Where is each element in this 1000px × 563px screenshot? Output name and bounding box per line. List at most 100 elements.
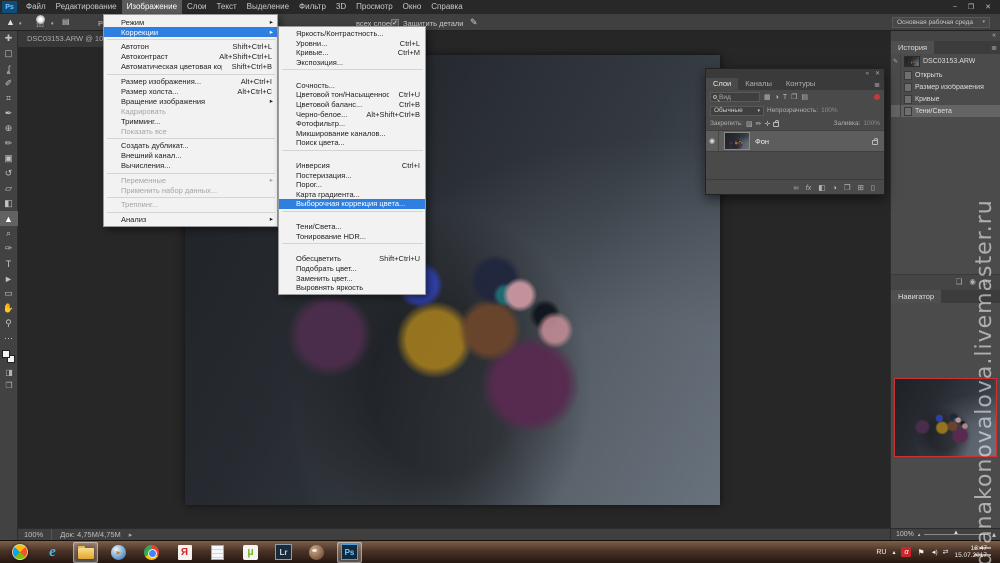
layer-filter-select[interactable]: Вид	[710, 92, 760, 102]
foreground-color-swatch[interactable]	[2, 350, 10, 358]
panel-menu-icon[interactable]	[991, 44, 997, 52]
history-step[interactable]: Кривые	[891, 93, 1000, 105]
taskbar-explorer[interactable]	[73, 542, 98, 563]
pen-tool[interactable]: ✑	[0, 241, 18, 256]
lasso-tool[interactable]: ʆ	[0, 61, 18, 76]
menu-item[interactable]: Постеризация...	[279, 170, 425, 180]
network-icon[interactable]	[943, 548, 949, 556]
status-zoom-value[interactable]: 100%	[18, 529, 52, 540]
brush-preset-picker[interactable]: 102	[32, 15, 48, 29]
filter-toggle-icon[interactable]	[874, 94, 880, 100]
history-brush-well[interactable]	[891, 105, 901, 117]
brush-picker-caret-icon[interactable]: ▾	[51, 21, 54, 27]
menu-item[interactable]: Инверсия Ctrl+I	[279, 161, 425, 171]
history-brush-source-icon[interactable]: ✎	[891, 54, 901, 69]
menu-item[interactable]: Подобрать цвет...	[279, 264, 425, 274]
tab-layers[interactable]: Слои	[706, 78, 738, 90]
layer-visibility-eye-icon[interactable]	[706, 131, 719, 151]
delete-layer-icon[interactable]	[871, 183, 875, 192]
healing-brush-tool[interactable]: ⊕	[0, 121, 18, 136]
menu-item[interactable]: Вычисления...	[104, 161, 277, 171]
menu-item[interactable]: Карта градиента...	[279, 190, 425, 200]
menu-item[interactable]	[282, 243, 423, 253]
menubar-item[interactable]: Слои	[182, 0, 211, 14]
menu-item[interactable]: Цветовой баланс... Ctrl+B	[279, 100, 425, 110]
delete-state-icon[interactable]	[983, 277, 987, 286]
blend-mode-select[interactable]: Обычные ▾	[710, 106, 764, 116]
tool-preset-caret-icon[interactable]: ▾	[19, 21, 22, 27]
zoom-out-icon[interactable]	[918, 531, 921, 538]
menu-item[interactable]: Коррекции	[104, 27, 277, 37]
menu-item[interactable]: Тримминг...	[104, 116, 277, 126]
action-center-flag-icon[interactable]	[917, 548, 924, 557]
menu-item[interactable]: Выровнять яркость	[279, 283, 425, 293]
taskbar-yandex-browser[interactable]: Я	[172, 542, 197, 563]
history-brush-tool[interactable]: ↺	[0, 166, 18, 181]
menubar-item[interactable]: Текст	[211, 0, 241, 14]
menubar-item[interactable]: Окно	[398, 0, 427, 14]
restore-icon[interactable]	[968, 3, 974, 11]
history-brush-well[interactable]	[891, 69, 901, 81]
opacity-value[interactable]: 100%	[821, 107, 838, 114]
menu-item[interactable]: Обесцветить Shift+Ctrl+U	[279, 254, 425, 264]
lock-transparency-icon[interactable]	[746, 120, 753, 128]
layer-row-background[interactable]: Фон	[706, 130, 884, 152]
menubar-item[interactable]: Фильтр	[294, 0, 331, 14]
add-layer-mask-icon[interactable]	[818, 183, 825, 192]
menu-item[interactable]: Кадрировать	[104, 106, 277, 116]
quick-selection-tool[interactable]: ✐	[0, 76, 18, 91]
new-snapshot-icon[interactable]	[969, 277, 976, 286]
menu-item[interactable]: Автоматическая цветовая коррекция Shift+…	[104, 62, 277, 72]
path-selection-tool[interactable]: ►	[0, 271, 18, 286]
lock-all-icon[interactable]	[773, 122, 779, 127]
history-snapshot-row[interactable]: ✎ DSC03153.ARW	[891, 54, 1000, 69]
menu-item[interactable]: Размер изображения... Alt+Ctrl+I	[104, 76, 277, 86]
menu-item[interactable]: Анализ	[104, 214, 277, 224]
filter-smart-objects-icon[interactable]: ▤	[801, 93, 808, 101]
status-options-arrow-icon[interactable]	[129, 530, 133, 539]
menu-item[interactable]: Фотофильтр...	[279, 119, 425, 129]
menu-item[interactable]: Применить набор данных...	[104, 185, 277, 195]
history-step[interactable]: Тени/Света	[891, 105, 1000, 117]
menubar-item[interactable]: Файл	[21, 0, 51, 14]
menu-item[interactable]	[282, 150, 423, 160]
menu-item[interactable]: Тонирование HDR...	[279, 231, 425, 241]
close-icon[interactable]	[985, 3, 991, 11]
taskbar-internet-explorer[interactable]: e	[40, 542, 65, 563]
history-step[interactable]: Открыть	[891, 69, 1000, 81]
menu-item[interactable]: Уровни... Ctrl+L	[279, 39, 425, 49]
menu-item[interactable]: Автоконтраст Alt+Shift+Ctrl+L	[104, 52, 277, 62]
marquee-tool[interactable]: ▢	[0, 46, 18, 61]
menu-item[interactable]: Черно-белое... Alt+Shift+Ctrl+B	[279, 109, 425, 119]
menu-item[interactable]	[282, 69, 423, 79]
close-panel-icon[interactable]: ✕	[875, 70, 880, 77]
zoom-in-icon[interactable]	[992, 530, 996, 539]
menu-item[interactable]: Размер холста... Alt+Ctrl+C	[104, 86, 277, 96]
taskbar-lightroom[interactable]: Lr	[271, 542, 296, 563]
new-adjustment-layer-icon[interactable]	[832, 183, 837, 192]
menu-item[interactable]: Яркость/Контрастность...	[279, 29, 425, 39]
zoom-tool[interactable]: ⚲	[0, 316, 18, 331]
navigator-zoom-value[interactable]: 100%	[896, 531, 914, 538]
menu-item[interactable]: Сочность...	[279, 80, 425, 90]
tray-expand-icon[interactable]	[892, 549, 895, 556]
menu-item[interactable]: Автотон Shift+Ctrl+L	[104, 42, 277, 52]
menu-item[interactable]: Создать дубликат...	[104, 141, 277, 151]
new-group-icon[interactable]	[844, 183, 851, 192]
new-document-from-state-icon[interactable]	[956, 277, 963, 286]
filter-shape-layers-icon[interactable]: ❒	[791, 93, 797, 101]
crop-tool[interactable]: ⌗	[0, 91, 18, 106]
more-tools-button[interactable]: ⋯	[0, 331, 18, 346]
menubar-item[interactable]: Выделение	[242, 0, 294, 14]
lock-position-icon[interactable]	[764, 120, 770, 128]
hand-tool[interactable]: ✋	[0, 301, 18, 316]
filter-adjustment-layers-icon[interactable]: ◑	[775, 94, 779, 101]
menu-item[interactable]: Поиск цвета...	[279, 138, 425, 148]
menu-item[interactable]: Режим	[104, 17, 277, 27]
brush-tool[interactable]: ✏	[0, 136, 18, 151]
menu-item[interactable]: Заменить цвет...	[279, 273, 425, 283]
zoom-slider-thumb[interactable]: ▲	[953, 530, 959, 536]
tab-channels[interactable]: Каналы	[738, 78, 779, 90]
panel-menu-icon[interactable]	[874, 81, 880, 89]
sharpen-tool-icon[interactable]: ▲	[6, 17, 15, 27]
